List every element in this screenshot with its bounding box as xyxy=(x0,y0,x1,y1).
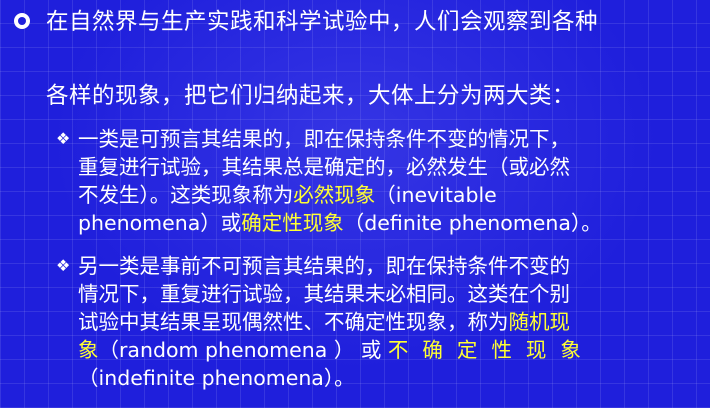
point2-line-2: 情况下，重复进行试验，其结果未必相同。这类在个别 xyxy=(78,282,570,306)
point2-line-3: 试验中其结果呈现偶然性、不确定性现象，称为随机现 xyxy=(78,308,698,336)
intro-line-1: 在自然界与生产实践和科学试验中，人们会观察到各种 xyxy=(46,9,599,35)
point2-line-5: （indefinite phenomena）。 xyxy=(78,366,355,390)
point1-line-3-text: 不发生）。这类现象称为 xyxy=(78,183,294,207)
term-random-part1: 随机现 xyxy=(508,310,571,334)
point1-line-3-en: （inevitable xyxy=(375,183,497,207)
term-indeterminate: 不确定性现象 xyxy=(387,338,595,362)
point1-line-2: 重复进行试验，其结果总是确定的，必然发生（或必然 xyxy=(78,155,570,179)
term-definite: 确定性现象 xyxy=(241,211,344,235)
diamond-bullet-icon: ❖ xyxy=(56,256,71,275)
intro-line-2: 各样的现象，把它们归纳起来，大体上分为两大类： xyxy=(46,83,576,109)
diamond-bullet-icon: ❖ xyxy=(56,129,71,148)
term-random-part2: 象 xyxy=(78,338,99,362)
point1-line-4-en: （definite phenomena）。 xyxy=(343,211,602,235)
point1-line-1: 一类是可预言其结果的，即在保持条件不变的情况下， xyxy=(78,127,570,151)
point2-line-3-text: 试验中其结果呈现偶然性、不确定性现象，称为 xyxy=(78,310,509,334)
slide: 在自然界与生产实践和科学试验中，人们会观察到各种 各样的现象，把它们归纳起来，大… xyxy=(0,0,710,408)
point1-line-3: 不发生）。这类现象称为必然现象（inevitable xyxy=(78,181,698,209)
point-random: 另一类是事前不可预言其结果的，即在保持条件不变的 情况下，重复进行试验，其结果未… xyxy=(78,252,698,392)
point2-line-1: 另一类是事前不可预言其结果的，即在保持条件不变的 xyxy=(78,254,570,278)
point2-line-4: 象（random phenomena ） 或 不确定性现象 xyxy=(78,336,698,364)
term-inevitable: 必然现象 xyxy=(293,183,376,207)
circle-bullet-icon xyxy=(14,13,30,29)
point1-line-4: phenomena）或确定性现象（definite phenomena）。 xyxy=(78,209,698,237)
point-deterministic: 一类是可预言其结果的，即在保持条件不变的情况下， 重复进行试验，其结果总是确定的… xyxy=(78,125,698,237)
point2-line-4-en: （random phenomena ） 或 xyxy=(98,338,388,362)
point1-line-4-text: phenomena）或 xyxy=(78,211,242,235)
